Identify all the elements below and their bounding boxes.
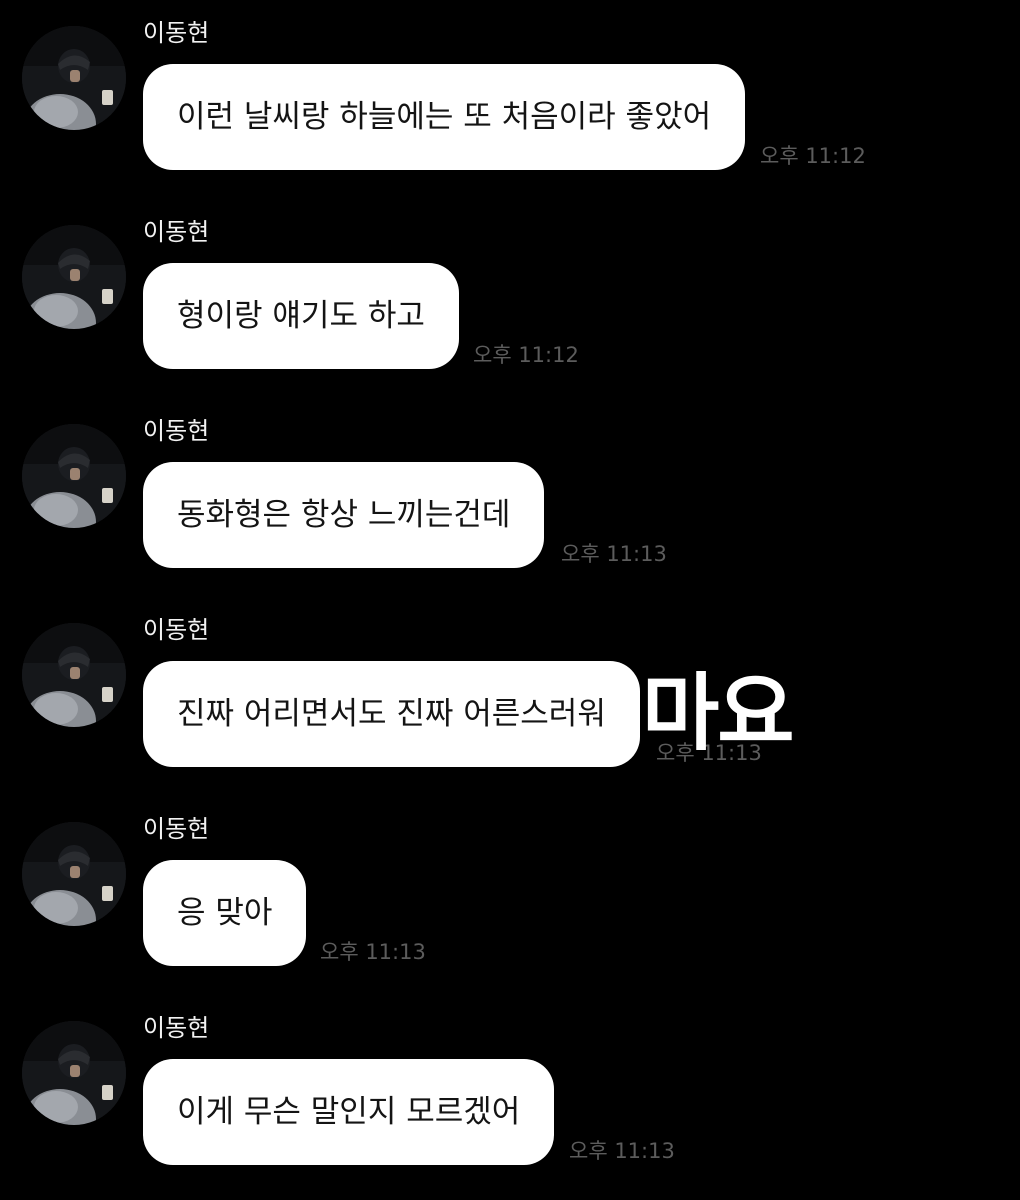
avatar[interactable] [22, 26, 126, 130]
chat-message: 이동현 동화형은 항상 느끼는건데 오후 11:13 [0, 398, 1020, 598]
chat-message: 이동현 진짜 어리면서도 진짜 어른스러워 오후 11:13 [0, 597, 1020, 797]
profile-photo-icon [22, 26, 126, 130]
profile-photo-icon [22, 225, 126, 329]
avatar[interactable] [22, 225, 126, 329]
avatar[interactable] [22, 424, 126, 528]
chat-message: 이동현 응 맞아 오후 11:13 [0, 796, 1020, 996]
message-time: 오후 11:12 [760, 144, 866, 168]
sender-name: 이동현 [143, 815, 210, 843]
avatar[interactable] [22, 1021, 126, 1125]
message-bubble[interactable]: 형이랑 얘기도 하고 [143, 263, 459, 369]
message-bubble[interactable]: 동화형은 항상 느끼는건데 [143, 462, 545, 568]
message-bubble[interactable]: 이런 날씨랑 하늘에는 또 처음이라 좋았어 [143, 64, 746, 170]
message-time: 오후 11:12 [473, 343, 579, 367]
profile-photo-icon [22, 822, 126, 926]
message-time: 오후 11:13 [320, 940, 426, 964]
avatar[interactable] [22, 623, 126, 727]
message-bubble[interactable]: 진짜 어리면서도 진짜 어른스러워 [143, 661, 640, 767]
chat-message: 이동현 이런 날씨랑 하늘에는 또 처음이라 좋았어 오후 11:12 [0, 0, 1020, 200]
avatar[interactable] [22, 822, 126, 926]
sender-name: 이동현 [143, 616, 210, 644]
message-time: 오후 11:13 [561, 542, 667, 566]
sender-name: 이동현 [143, 218, 210, 246]
sender-name: 이동현 [143, 19, 210, 47]
sender-name: 이동현 [143, 1014, 210, 1042]
profile-photo-icon [22, 424, 126, 528]
overlay-caption: 마요 [642, 664, 795, 762]
message-bubble[interactable]: 이게 무슨 말인지 모르겠어 [143, 1059, 555, 1165]
chat-message: 이동현 형이랑 얘기도 하고 오후 11:12 [0, 199, 1020, 399]
profile-photo-icon [22, 1021, 126, 1125]
message-time: 오후 11:13 [569, 1139, 675, 1163]
chat-message: 이동현 이게 무슨 말인지 모르겠어 오후 11:13 [0, 995, 1020, 1195]
message-bubble[interactable]: 응 맞아 [143, 860, 307, 966]
profile-photo-icon [22, 623, 126, 727]
sender-name: 이동현 [143, 417, 210, 445]
